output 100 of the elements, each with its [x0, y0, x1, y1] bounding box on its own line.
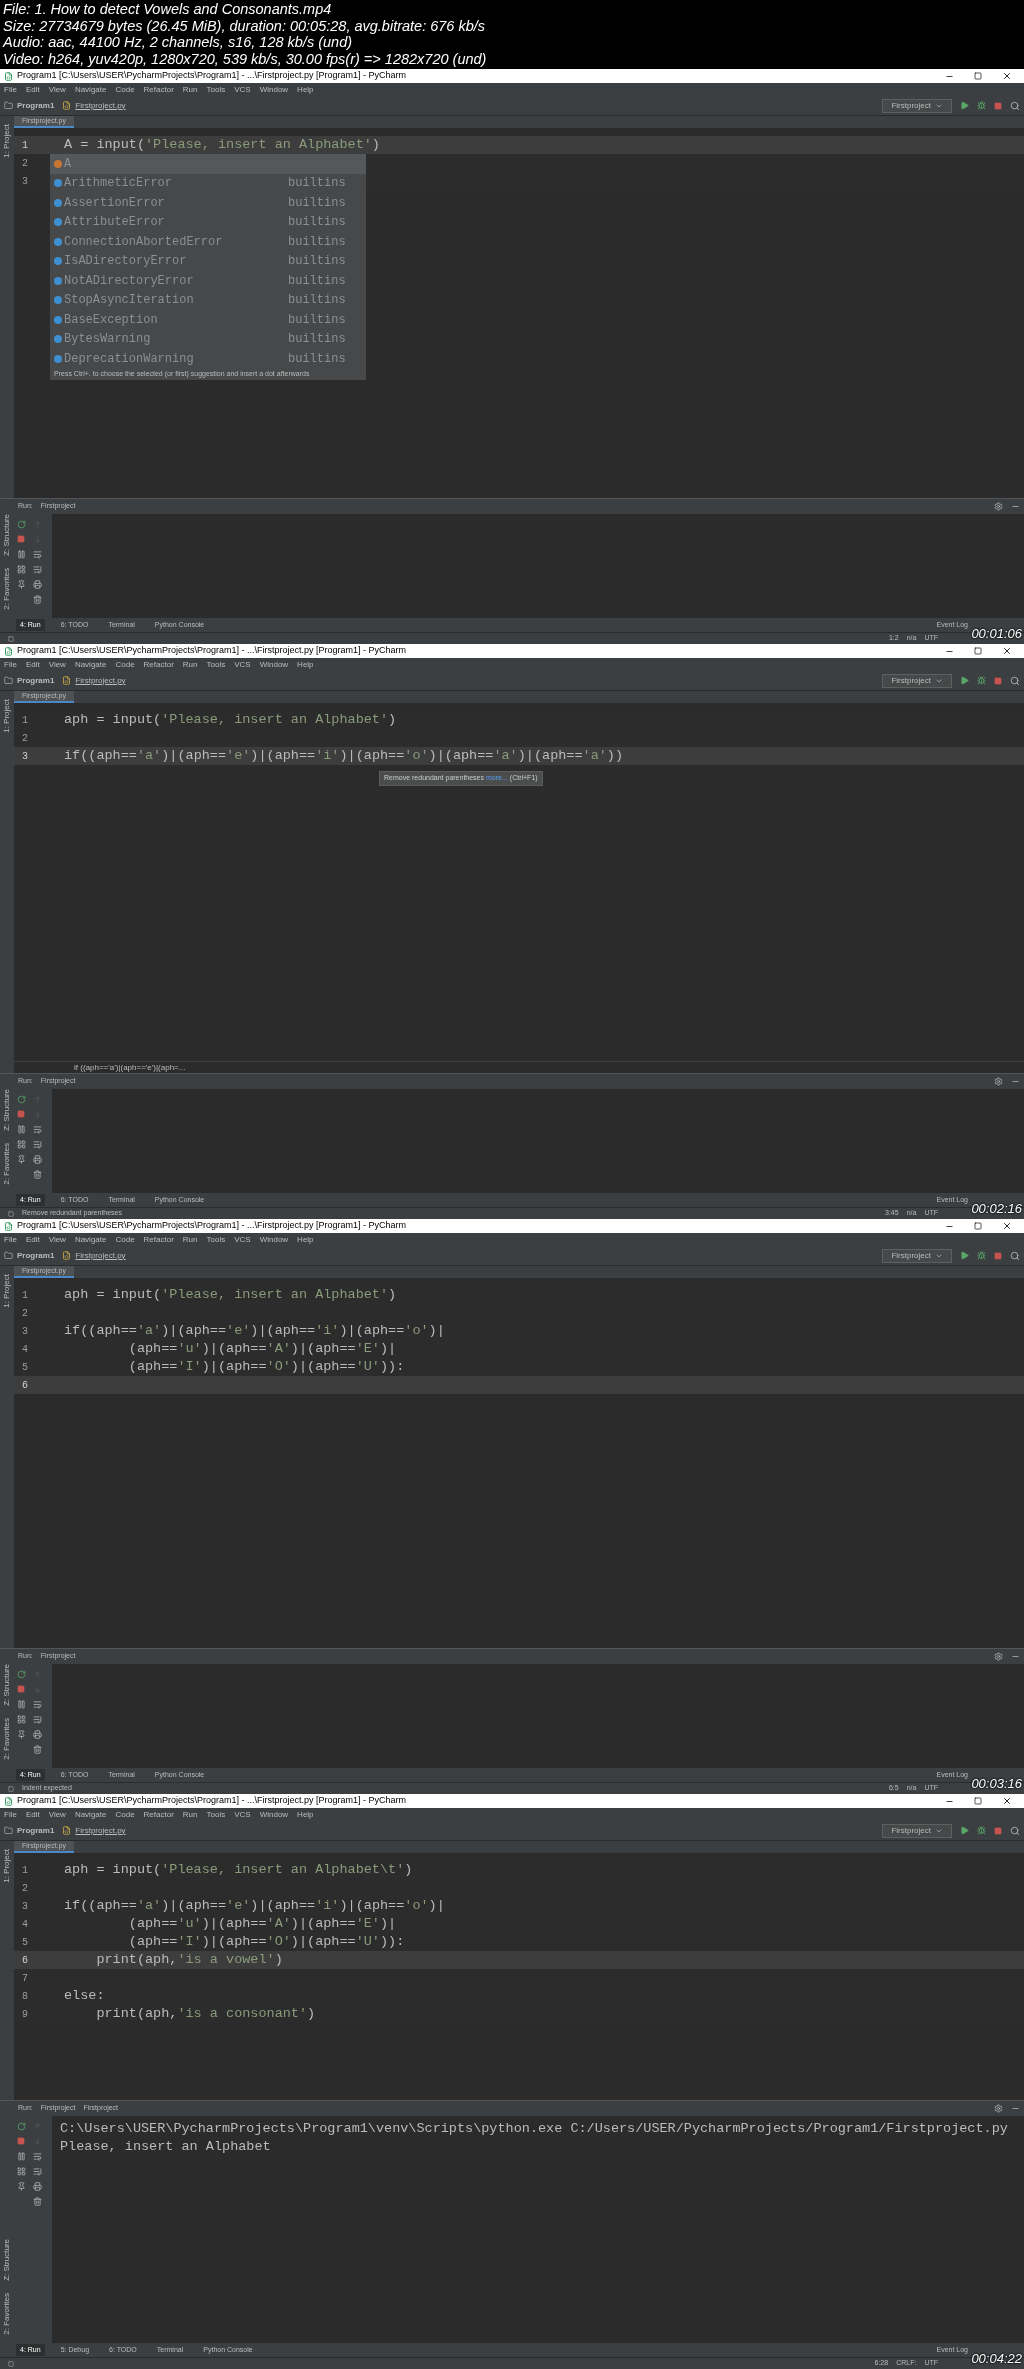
project-breadcrumb[interactable]: Program1 — [17, 1824, 55, 1837]
menu-item[interactable]: Tools — [206, 1233, 226, 1246]
menu-item[interactable]: Edit — [25, 83, 40, 96]
side-tool-tab[interactable]: 1: Project — [2, 1849, 12, 1883]
debug-icon[interactable] — [977, 676, 986, 685]
menu-item[interactable]: Navigate — [74, 83, 107, 96]
menu-item[interactable]: File — [4, 658, 17, 671]
soft-wrap-icon[interactable] — [33, 1700, 42, 1709]
close-icon[interactable] — [1002, 1221, 1012, 1231]
debug-icon[interactable] — [977, 101, 986, 110]
menu-item[interactable]: Code — [115, 658, 135, 671]
pause-icon[interactable] — [17, 1125, 26, 1134]
search-icon[interactable] — [1010, 675, 1020, 686]
layout-icon[interactable] — [17, 1140, 26, 1149]
side-tool-tab[interactable]: 1: Project — [2, 699, 12, 733]
status-toggle-icon[interactable] — [8, 635, 14, 642]
menu-item[interactable]: Window — [259, 1233, 289, 1246]
menu-item[interactable]: Tools — [206, 1808, 226, 1821]
menu-item[interactable]: Refactor — [143, 1233, 174, 1246]
search-icon[interactable] — [1010, 1250, 1020, 1261]
menu-item[interactable]: Navigate — [74, 658, 107, 671]
rerun-icon[interactable] — [17, 1670, 26, 1679]
side-tool-tab[interactable]: 1: Project — [2, 1274, 12, 1308]
stop-icon[interactable] — [994, 1251, 1002, 1260]
run-icon[interactable] — [960, 676, 969, 685]
settings-icon[interactable] — [994, 502, 1003, 511]
menu-item[interactable]: Run — [182, 1808, 198, 1821]
side-tool-tab[interactable]: 2: Favorites — [2, 2293, 12, 2335]
project-breadcrumb[interactable]: Program1 — [17, 99, 55, 112]
menu-item[interactable]: VCS — [234, 83, 251, 96]
run-config-dropdown[interactable]: Firstproject — [882, 1823, 952, 1838]
stop-icon[interactable] — [17, 1685, 25, 1693]
side-tool-tab[interactable]: Z: Structure — [2, 1089, 12, 1132]
side-tool-tab[interactable]: Z: Structure — [2, 1664, 12, 1707]
menu-item[interactable]: Help — [297, 1808, 314, 1821]
layout-icon[interactable] — [17, 2167, 26, 2176]
close-icon[interactable] — [1002, 71, 1012, 81]
menu-item[interactable]: Refactor — [143, 658, 174, 671]
side-tool-tab[interactable]: 2: Favorites — [2, 1718, 12, 1760]
menu-item[interactable]: View — [48, 658, 66, 671]
maximize-icon[interactable] — [974, 647, 982, 655]
pin-icon[interactable] — [17, 2182, 26, 2191]
menu-item[interactable]: File — [4, 83, 17, 96]
menu-item[interactable]: View — [48, 1808, 66, 1821]
debug-icon[interactable] — [977, 1826, 986, 1835]
code-breadcrumb[interactable]: if ((aph=='a')|(aph=='e')|(aph=... — [74, 1061, 186, 1074]
pause-icon[interactable] — [17, 1700, 26, 1709]
side-tool-tab[interactable]: 2: Favorites — [2, 1143, 12, 1185]
menu-item[interactable]: Run — [182, 1233, 198, 1246]
menu-item[interactable]: Help — [297, 1233, 314, 1246]
maximize-icon[interactable] — [974, 1222, 982, 1230]
menu-item[interactable]: Run — [182, 83, 198, 96]
print-icon[interactable] — [33, 1155, 42, 1164]
status-toggle-icon[interactable] — [8, 2360, 14, 2367]
menu-item[interactable]: Navigate — [74, 1808, 107, 1821]
status-toggle-icon[interactable] — [8, 1210, 14, 1217]
stop-icon[interactable] — [17, 535, 25, 543]
menu-item[interactable]: Code — [115, 1808, 135, 1821]
settings-icon[interactable] — [994, 2104, 1003, 2113]
trash-icon[interactable] — [33, 595, 42, 604]
pin-icon[interactable] — [17, 580, 26, 589]
menu-item[interactable]: VCS — [234, 658, 251, 671]
menu-item[interactable]: VCS — [234, 1808, 251, 1821]
run-icon[interactable] — [960, 1251, 969, 1260]
menu-item[interactable]: View — [48, 1233, 66, 1246]
menu-item[interactable]: Edit — [25, 658, 40, 671]
menu-item[interactable]: Refactor — [143, 1808, 174, 1821]
search-icon[interactable] — [1010, 1825, 1020, 1836]
project-breadcrumb[interactable]: Program1 — [17, 1249, 55, 1262]
print-icon[interactable] — [33, 1730, 42, 1739]
scroll-to-end-icon[interactable] — [33, 1140, 42, 1149]
menu-item[interactable]: Run — [182, 658, 198, 671]
menu-item[interactable]: File — [4, 1808, 17, 1821]
stop-icon[interactable] — [994, 1826, 1002, 1835]
file-breadcrumb[interactable]: Firstproject.py — [75, 99, 126, 112]
print-icon[interactable] — [33, 580, 42, 589]
scroll-to-end-icon[interactable] — [33, 1715, 42, 1724]
maximize-icon[interactable] — [974, 1797, 982, 1805]
search-icon[interactable] — [1010, 100, 1020, 111]
trash-icon[interactable] — [33, 2197, 42, 2206]
menu-item[interactable]: Code — [115, 83, 135, 96]
menu-item[interactable]: Window — [259, 658, 289, 671]
rerun-icon[interactable] — [17, 2122, 26, 2131]
run-icon[interactable] — [960, 1826, 969, 1835]
trash-icon[interactable] — [33, 1170, 42, 1179]
scroll-to-end-icon[interactable] — [33, 565, 42, 574]
menu-item[interactable]: View — [48, 83, 66, 96]
layout-icon[interactable] — [17, 1715, 26, 1724]
menu-item[interactable]: Help — [297, 658, 314, 671]
project-breadcrumb[interactable]: Program1 — [17, 674, 55, 687]
stop-icon[interactable] — [994, 676, 1002, 685]
layout-icon[interactable] — [17, 565, 26, 574]
menu-item[interactable]: Edit — [25, 1233, 40, 1246]
menu-item[interactable]: Navigate — [74, 1233, 107, 1246]
scroll-to-end-icon[interactable] — [33, 2167, 42, 2176]
pause-icon[interactable] — [17, 2152, 26, 2161]
side-tool-tab[interactable]: Z: Structure — [2, 2239, 12, 2282]
menu-item[interactable]: File — [4, 1233, 17, 1246]
run-config-dropdown[interactable]: Firstproject — [882, 673, 952, 688]
maximize-icon[interactable] — [974, 72, 982, 80]
